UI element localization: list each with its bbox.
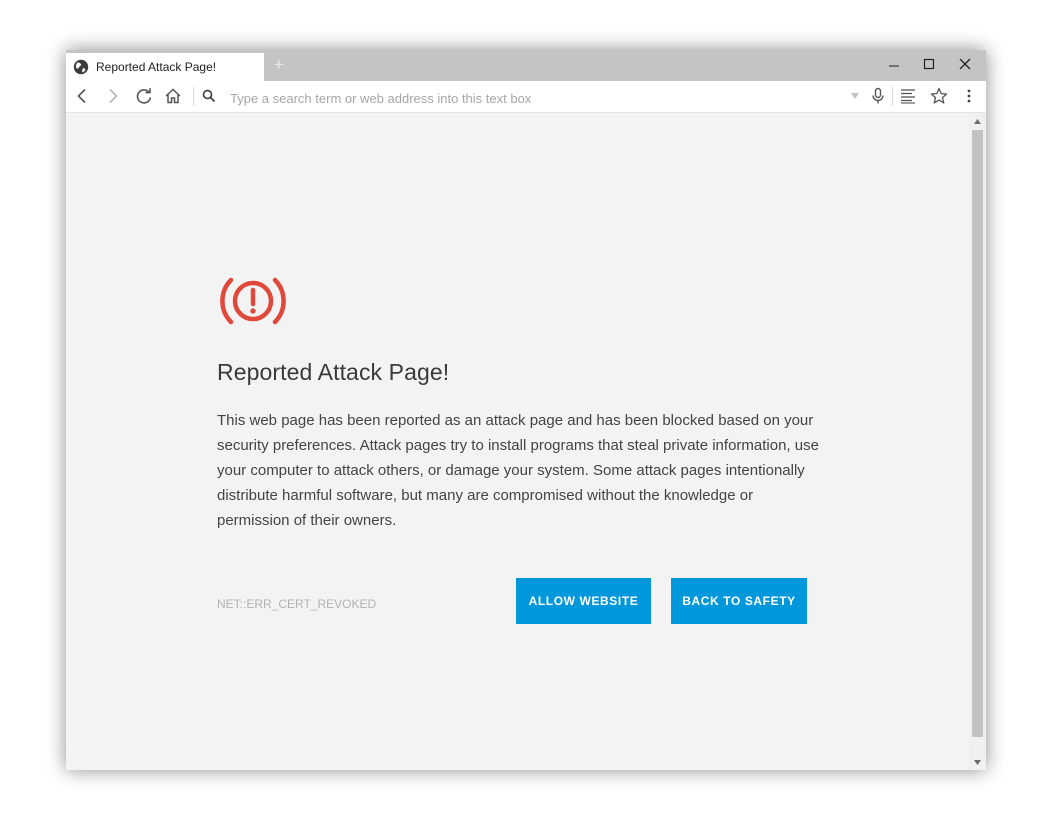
navigation-toolbar [66,81,986,113]
close-button[interactable] [947,50,983,78]
toolbar-separator [193,87,194,106]
reader-view-button[interactable] [897,85,919,107]
search-icon [198,85,220,107]
forward-icon [109,88,118,104]
microphone-icon [872,87,884,104]
favorite-button[interactable] [928,85,950,107]
back-to-safety-button[interactable]: BACK TO SAFETY [671,578,807,624]
browser-window: Reported Attack Page! + Type a search te… [66,50,986,770]
back-icon [77,88,86,104]
menu-button[interactable] [958,85,980,107]
back-button[interactable] [71,85,93,107]
minimize-button[interactable] [876,50,912,78]
reload-icon [136,88,152,104]
reload-button[interactable] [133,85,155,107]
vertical-scrollbar[interactable] [969,113,986,770]
scroll-down-icon [974,759,981,765]
close-icon [959,58,971,70]
warning-description: This web page has been reported as an at… [217,412,819,529]
page-content: Reported Attack Page! This web page has … [66,113,969,770]
home-button[interactable] [162,85,184,107]
reader-view-icon [901,89,915,104]
new-tab-button[interactable]: + [271,56,287,74]
tab-title: Reported Attack Page! [96,60,217,74]
dropdown-arrow-icon [851,93,859,99]
address-bar-input[interactable] [228,87,852,109]
title-bar: Reported Attack Page! + [66,50,986,81]
scroll-up-button[interactable] [969,113,986,129]
toolbar-separator [892,87,893,106]
browser-tab[interactable]: Reported Attack Page! [66,53,264,81]
minimize-icon [889,65,899,67]
page-title: Reported Attack Page! [217,359,450,385]
forward-button[interactable] [102,85,124,107]
scroll-up-icon [974,118,981,124]
home-icon [165,88,181,104]
globe-icon [73,59,89,75]
alert-icon [220,277,286,325]
menu-icon [967,89,971,103]
scrollbar-thumb[interactable] [972,130,983,737]
address-dropdown-button[interactable] [844,85,866,107]
voice-search-button[interactable] [867,85,889,107]
scroll-down-button[interactable] [969,754,986,770]
star-icon [930,87,948,104]
error-code: NET::ERR_CERT_REVOKED [217,597,377,611]
maximize-button[interactable] [911,50,947,78]
allow-website-button[interactable]: ALLOW WEBSITE [516,578,651,624]
maximize-icon [923,58,935,70]
